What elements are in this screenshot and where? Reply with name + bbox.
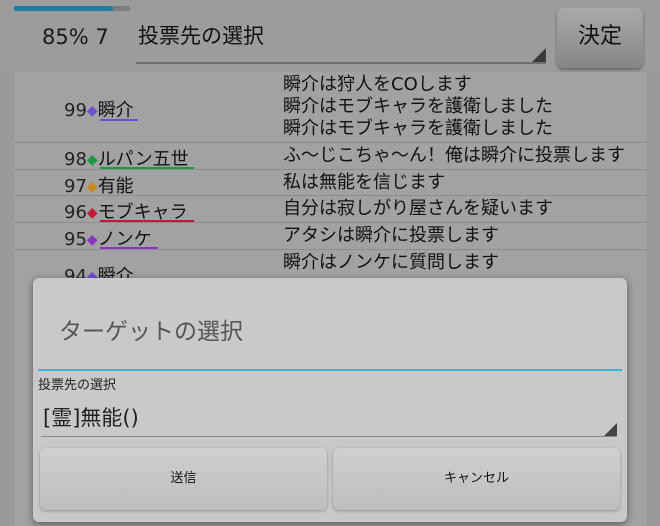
dropdown-arrow-icon bbox=[604, 423, 617, 436]
cancel-button[interactable]: キャンセル bbox=[333, 448, 620, 510]
message: ふ～じこちゃ～ん！俺は瞬介に投票します bbox=[283, 145, 625, 166]
message: 瞬介はモブキャラを護衛しました bbox=[283, 118, 553, 139]
target-select-dialog: ターゲットの選択 投票先の選択 [霊]無能() 送信 キャンセル bbox=[33, 278, 627, 522]
diamond-icon: ◆ bbox=[86, 152, 98, 168]
speaker-number: 98 bbox=[64, 149, 87, 170]
message: 私は無能を信じます bbox=[283, 172, 445, 193]
message: アタシは瞬介に投票します bbox=[283, 225, 499, 246]
vote-target-label: 投票先の選択 bbox=[38, 378, 117, 393]
vote-target-field[interactable]: [霊]無能() bbox=[41, 394, 617, 437]
speaker-underline bbox=[100, 220, 194, 222]
diamond-icon: ◆ bbox=[86, 232, 98, 248]
speaker-underline bbox=[100, 119, 138, 121]
speaker-number: 97 bbox=[64, 176, 87, 197]
log-row: 97◆有能 私は無能を信じます bbox=[14, 170, 646, 198]
dropdown-arrow-icon bbox=[532, 48, 546, 62]
progress-text: 85% 7 bbox=[42, 25, 109, 49]
speaker-name: 瞬介 bbox=[97, 100, 134, 121]
log-row: 95◆ノンケ アタシは瞬介に投票します bbox=[14, 223, 646, 250]
message: 瞬介はノンケに質問します bbox=[283, 252, 499, 273]
speaker[interactable]: 97◆有能 bbox=[64, 172, 134, 198]
diamond-icon: ◆ bbox=[86, 205, 98, 221]
diamond-icon: ◆ bbox=[86, 179, 98, 195]
speaker-name: 有能 bbox=[97, 176, 134, 197]
message: 自分は寂しがり屋さんを疑います bbox=[283, 198, 553, 219]
vote-target-select-value: 投票先の選択 bbox=[138, 24, 264, 48]
send-button[interactable]: 送信 bbox=[40, 448, 327, 510]
vote-target-value: [霊]無能() bbox=[43, 406, 139, 430]
speaker-underline bbox=[100, 167, 194, 169]
diamond-icon: ◆ bbox=[86, 103, 98, 119]
top-bar: 85% 7 投票先の選択 決定 bbox=[0, 0, 660, 70]
speaker-underline bbox=[100, 247, 158, 249]
speaker-number: 96 bbox=[64, 202, 87, 223]
dialog-title-divider bbox=[38, 369, 622, 371]
log-row: 98◆ルパン五世 ふ～じこちゃ～ん！俺は瞬介に投票します bbox=[14, 143, 646, 170]
log-row: 96◆モブキャラ 自分は寂しがり屋さんを疑います bbox=[14, 196, 646, 223]
message: 瞬介はモブキャラを護衛しました bbox=[283, 96, 553, 117]
speaker-number: 95 bbox=[64, 229, 87, 250]
dialog-title: ターゲットの選択 bbox=[59, 319, 243, 345]
progress-bar bbox=[14, 6, 130, 11]
decide-button[interactable]: 決定 bbox=[557, 8, 643, 68]
progress-bar-fill bbox=[14, 6, 113, 11]
log-row: 99◆瞬介 瞬介は狩人をCOします 瞬介はモブキャラを護衛しました 瞬介はモブキ… bbox=[14, 72, 646, 143]
speaker-number: 99 bbox=[64, 100, 87, 121]
vote-target-select[interactable]: 投票先の選択 bbox=[136, 14, 546, 64]
message: 瞬介は狩人をCOします bbox=[283, 74, 472, 95]
